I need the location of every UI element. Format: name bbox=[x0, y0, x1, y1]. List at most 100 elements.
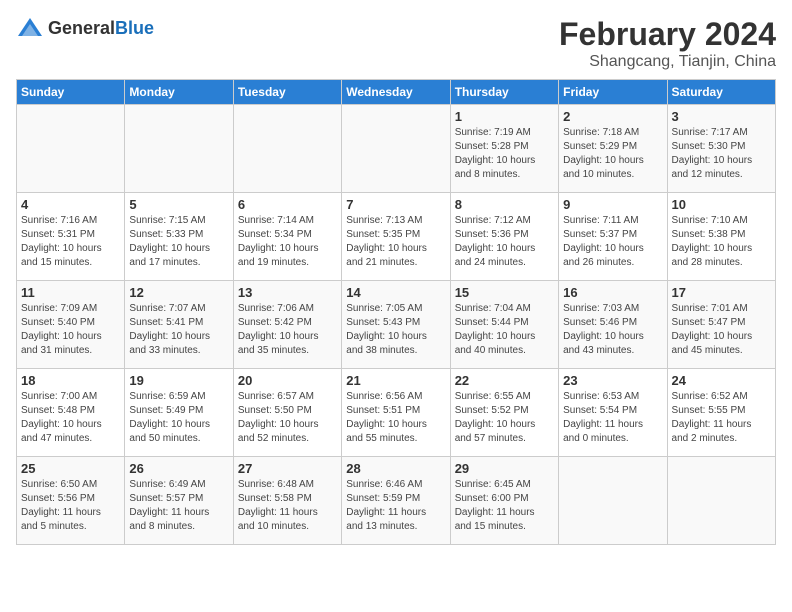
calendar-day: 14 Sunrise: 7:05 AM Sunset: 5:43 PM Dayli… bbox=[342, 281, 450, 369]
day-header-saturday: Saturday bbox=[667, 80, 775, 105]
day-info: Sunrise: 6:57 AM Sunset: 5:50 PM Dayligh… bbox=[238, 390, 337, 446]
calendar-day: 25 Sunrise: 6:50 AM Sunset: 5:56 PM Dayli… bbox=[17, 457, 125, 545]
day-number: 16 bbox=[563, 285, 662, 300]
day-info: Sunrise: 6:48 AM Sunset: 5:58 PM Dayligh… bbox=[238, 478, 337, 534]
calendar-day: 7Sunrise: 7:13 AM Sunset: 5:35 PM Daylig… bbox=[342, 193, 450, 281]
calendar-day: 4Sunrise: 7:16 AM Sunset: 5:31 PM Daylig… bbox=[17, 193, 125, 281]
day-number: 20 bbox=[238, 373, 337, 388]
day-number: 11 bbox=[21, 285, 120, 300]
day-number: 22 bbox=[455, 373, 554, 388]
calendar-day: 6 Sunrise: 7:14 AM Sunset: 5:34 PM Daylig… bbox=[233, 193, 341, 281]
day-info: Sunrise: 7:05 AM Sunset: 5:43 PM Dayligh… bbox=[346, 302, 445, 358]
day-info: Sunrise: 6:45 AM Sunset: 6:00 PM Dayligh… bbox=[455, 478, 554, 534]
day-info: Sunrise: 7:03 AM Sunset: 5:46 PM Dayligh… bbox=[563, 302, 662, 358]
day-number: 6 bbox=[238, 197, 337, 212]
day-header-monday: Monday bbox=[125, 80, 233, 105]
page-header: GeneralBlue February 2024 Shangcang, Tia… bbox=[16, 16, 776, 71]
day-number: 19 bbox=[129, 373, 228, 388]
logo-blue: Blue bbox=[115, 18, 154, 38]
day-number: 9 bbox=[563, 197, 662, 212]
day-header-tuesday: Tuesday bbox=[233, 80, 341, 105]
day-info: Sunrise: 7:11 AM Sunset: 5:37 PM Dayligh… bbox=[563, 214, 662, 270]
calendar-day: 13Sunrise: 7:06 AM Sunset: 5:42 PM Dayli… bbox=[233, 281, 341, 369]
logo-icon bbox=[16, 16, 44, 40]
day-number: 10 bbox=[672, 197, 771, 212]
calendar-day bbox=[233, 105, 341, 193]
calendar-day: 11 Sunrise: 7:09 AM Sunset: 5:40 PM Dayli… bbox=[17, 281, 125, 369]
calendar-day bbox=[667, 457, 775, 545]
day-info: Sunrise: 7:07 AM Sunset: 5:41 PM Dayligh… bbox=[129, 302, 228, 358]
calendar-day: 19 Sunrise: 6:59 AM Sunset: 5:49 PM Dayli… bbox=[125, 369, 233, 457]
day-number: 12 bbox=[129, 285, 228, 300]
day-info: Sunrise: 6:59 AM Sunset: 5:49 PM Dayligh… bbox=[129, 390, 228, 446]
calendar-day: 12 Sunrise: 7:07 AM Sunset: 5:41 PM Dayli… bbox=[125, 281, 233, 369]
day-info: Sunrise: 6:55 AM Sunset: 5:52 PM Dayligh… bbox=[455, 390, 554, 446]
day-info: Sunrise: 6:52 AM Sunset: 5:55 PM Dayligh… bbox=[672, 390, 771, 446]
calendar-week-5: 25 Sunrise: 6:50 AM Sunset: 5:56 PM Dayli… bbox=[17, 457, 776, 545]
day-number: 26 bbox=[129, 461, 228, 476]
day-number: 7 bbox=[346, 197, 445, 212]
calendar-day: 20 Sunrise: 6:57 AM Sunset: 5:50 PM Dayli… bbox=[233, 369, 341, 457]
calendar-day: 24 Sunrise: 6:52 AM Sunset: 5:55 PM Dayli… bbox=[667, 369, 775, 457]
day-info: Sunrise: 6:56 AM Sunset: 5:51 PM Dayligh… bbox=[346, 390, 445, 446]
day-header-sunday: Sunday bbox=[17, 80, 125, 105]
calendar-day: 8Sunrise: 7:12 AM Sunset: 5:36 PM Daylig… bbox=[450, 193, 558, 281]
calendar-week-1: 1Sunrise: 7:19 AM Sunset: 5:28 PM Daylig… bbox=[17, 105, 776, 193]
logo: GeneralBlue bbox=[16, 16, 154, 40]
calendar-day bbox=[559, 457, 667, 545]
day-number: 24 bbox=[672, 373, 771, 388]
calendar-table: SundayMondayTuesdayWednesdayThursdayFrid… bbox=[16, 79, 776, 545]
calendar-day bbox=[17, 105, 125, 193]
day-number: 25 bbox=[21, 461, 120, 476]
day-info: Sunrise: 6:50 AM Sunset: 5:56 PM Dayligh… bbox=[21, 478, 120, 534]
calendar-week-2: 4Sunrise: 7:16 AM Sunset: 5:31 PM Daylig… bbox=[17, 193, 776, 281]
logo-general: General bbox=[48, 18, 115, 38]
calendar-day: 22 Sunrise: 6:55 AM Sunset: 5:52 PM Dayli… bbox=[450, 369, 558, 457]
day-number: 15 bbox=[455, 285, 554, 300]
day-number: 17 bbox=[672, 285, 771, 300]
calendar-day: 17 Sunrise: 7:01 AM Sunset: 5:47 PM Dayli… bbox=[667, 281, 775, 369]
day-info: Sunrise: 7:14 AM Sunset: 5:34 PM Dayligh… bbox=[238, 214, 337, 270]
day-header-row: SundayMondayTuesdayWednesdayThursdayFrid… bbox=[17, 80, 776, 105]
day-header-wednesday: Wednesday bbox=[342, 80, 450, 105]
subtitle: Shangcang, Tianjin, China bbox=[559, 53, 776, 71]
day-info: Sunrise: 7:10 AM Sunset: 5:38 PM Dayligh… bbox=[672, 214, 771, 270]
day-number: 29 bbox=[455, 461, 554, 476]
day-header-thursday: Thursday bbox=[450, 80, 558, 105]
main-title: February 2024 bbox=[559, 16, 776, 53]
calendar-day: 3Sunrise: 7:17 AM Sunset: 5:30 PM Daylig… bbox=[667, 105, 775, 193]
day-info: Sunrise: 7:16 AM Sunset: 5:31 PM Dayligh… bbox=[21, 214, 120, 270]
day-info: Sunrise: 7:15 AM Sunset: 5:33 PM Dayligh… bbox=[129, 214, 228, 270]
day-info: Sunrise: 6:53 AM Sunset: 5:54 PM Dayligh… bbox=[563, 390, 662, 446]
calendar-day: 21 Sunrise: 6:56 AM Sunset: 5:51 PM Dayli… bbox=[342, 369, 450, 457]
day-info: Sunrise: 7:19 AM Sunset: 5:28 PM Dayligh… bbox=[455, 126, 554, 182]
calendar-week-3: 11 Sunrise: 7:09 AM Sunset: 5:40 PM Dayli… bbox=[17, 281, 776, 369]
day-number: 8 bbox=[455, 197, 554, 212]
day-number: 14 bbox=[346, 285, 445, 300]
day-info: Sunrise: 7:09 AM Sunset: 5:40 PM Dayligh… bbox=[21, 302, 120, 358]
day-info: Sunrise: 7:04 AM Sunset: 5:44 PM Dayligh… bbox=[455, 302, 554, 358]
day-info: Sunrise: 6:46 AM Sunset: 5:59 PM Dayligh… bbox=[346, 478, 445, 534]
day-number: 21 bbox=[346, 373, 445, 388]
calendar-day bbox=[342, 105, 450, 193]
day-info: Sunrise: 7:06 AM Sunset: 5:42 PM Dayligh… bbox=[238, 302, 337, 358]
day-number: 2 bbox=[563, 109, 662, 124]
title-block: February 2024 Shangcang, Tianjin, China bbox=[559, 16, 776, 71]
calendar-day: 18Sunrise: 7:00 AM Sunset: 5:48 PM Dayli… bbox=[17, 369, 125, 457]
calendar-day: 15 Sunrise: 7:04 AM Sunset: 5:44 PM Dayli… bbox=[450, 281, 558, 369]
day-number: 28 bbox=[346, 461, 445, 476]
calendar-day: 23 Sunrise: 6:53 AM Sunset: 5:54 PM Dayli… bbox=[559, 369, 667, 457]
day-number: 3 bbox=[672, 109, 771, 124]
day-info: Sunrise: 7:01 AM Sunset: 5:47 PM Dayligh… bbox=[672, 302, 771, 358]
calendar-day: 28 Sunrise: 6:46 AM Sunset: 5:59 PM Dayli… bbox=[342, 457, 450, 545]
day-number: 23 bbox=[563, 373, 662, 388]
calendar-day: 16 Sunrise: 7:03 AM Sunset: 5:46 PM Dayli… bbox=[559, 281, 667, 369]
calendar-week-4: 18Sunrise: 7:00 AM Sunset: 5:48 PM Dayli… bbox=[17, 369, 776, 457]
calendar-day: 29 Sunrise: 6:45 AM Sunset: 6:00 PM Dayli… bbox=[450, 457, 558, 545]
calendar-day: 26 Sunrise: 6:49 AM Sunset: 5:57 PM Dayli… bbox=[125, 457, 233, 545]
day-number: 27 bbox=[238, 461, 337, 476]
calendar-day: 1Sunrise: 7:19 AM Sunset: 5:28 PM Daylig… bbox=[450, 105, 558, 193]
calendar-day: 2Sunrise: 7:18 AM Sunset: 5:29 PM Daylig… bbox=[559, 105, 667, 193]
day-info: Sunrise: 6:49 AM Sunset: 5:57 PM Dayligh… bbox=[129, 478, 228, 534]
calendar-day bbox=[125, 105, 233, 193]
